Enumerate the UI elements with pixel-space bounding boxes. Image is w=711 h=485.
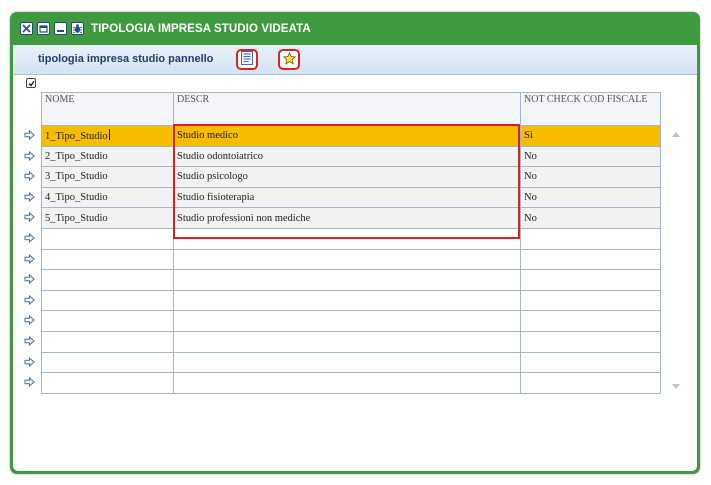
check-cell[interactable] <box>520 351 661 374</box>
restore-icon[interactable] <box>37 22 50 35</box>
nome-cell[interactable]: 5_Tipo_Studio <box>41 207 174 229</box>
table-row[interactable] <box>41 351 661 374</box>
table-row[interactable] <box>41 310 661 332</box>
app-window: TIPOLOGIA IMPRESA STUDIO VIDEATA tipolog… <box>10 12 700 474</box>
table-row[interactable] <box>41 289 661 312</box>
nome-cell[interactable] <box>41 289 174 312</box>
check-cell[interactable] <box>520 248 661 271</box>
descr-cell[interactable] <box>173 330 521 353</box>
arrow-right-icon[interactable] <box>23 170 35 182</box>
descr-cell[interactable] <box>173 310 521 332</box>
arrow-right-icon[interactable] <box>23 129 35 141</box>
nome-cell[interactable]: 2_Tipo_Studio <box>41 145 174 168</box>
table-row[interactable]: 4_Tipo_Studio Studio fisioterapia No <box>41 186 661 209</box>
table-row[interactable]: 3_Tipo_Studio Studio psicologo No <box>41 166 661 188</box>
arrow-right-icon[interactable] <box>23 314 35 326</box>
table-row[interactable] <box>41 227 661 250</box>
star-icon <box>282 50 296 69</box>
select-all-checkbox[interactable] <box>26 78 36 88</box>
window-content: tipologia impresa studio pannello NOME D… <box>13 45 697 471</box>
text-caret <box>108 129 110 141</box>
arrow-right-icon[interactable] <box>23 273 35 285</box>
nome-cell[interactable] <box>41 248 174 271</box>
scroll-up-icon[interactable] <box>672 132 680 137</box>
arrow-right-icon[interactable] <box>23 356 35 368</box>
nome-cell[interactable] <box>41 227 174 250</box>
table-row[interactable] <box>41 248 661 271</box>
check-cell[interactable]: No <box>520 207 661 229</box>
check-cell[interactable] <box>520 330 661 353</box>
arrow-right-icon[interactable] <box>23 150 35 162</box>
list-view-button[interactable] <box>236 49 258 70</box>
nome-cell[interactable] <box>41 372 174 394</box>
nome-cell[interactable]: 3_Tipo_Studio <box>41 166 174 188</box>
descr-cell[interactable] <box>173 269 521 291</box>
nome-cell[interactable]: 1_Tipo_Studio <box>41 125 174 147</box>
descr-cell[interactable] <box>173 227 521 250</box>
descr-cell[interactable]: Studio odontoiatrico <box>173 145 521 168</box>
descr-cell[interactable]: Studio fisioterapia <box>173 186 521 209</box>
check-cell[interactable] <box>520 269 661 291</box>
table-row[interactable]: 2_Tipo_Studio Studio odontoiatrico No <box>41 145 661 168</box>
table-row[interactable]: 1_Tipo_Studio Studio medico Si <box>41 125 661 147</box>
panel-title: tipologia impresa studio pannello <box>38 53 214 65</box>
check-cell[interactable] <box>520 227 661 250</box>
column-header-descr[interactable]: DESCR <box>173 92 521 126</box>
nome-cell[interactable] <box>41 330 174 353</box>
table-row[interactable] <box>41 330 661 353</box>
descr-cell[interactable] <box>173 248 521 271</box>
table-row[interactable] <box>41 269 661 291</box>
close-icon[interactable] <box>20 22 33 35</box>
arrow-right-icon[interactable] <box>23 191 35 203</box>
column-header-not-check-cod-fiscale[interactable]: NOT CHECK COD FISCALE <box>520 92 661 126</box>
nome-cell[interactable] <box>41 269 174 291</box>
arrow-right-icon[interactable] <box>23 376 35 388</box>
descr-cell[interactable]: Studio psicologo <box>173 166 521 188</box>
arrow-right-icon[interactable] <box>23 335 35 347</box>
list-view-icon <box>241 50 253 69</box>
minimize-icon[interactable] <box>54 22 67 35</box>
check-cell[interactable]: Si <box>520 125 661 147</box>
vertical-scrollbar[interactable] <box>670 132 682 392</box>
arrow-right-icon[interactable] <box>23 211 35 223</box>
check-cell[interactable] <box>520 289 661 312</box>
panel-header: tipologia impresa studio pannello <box>13 45 697 75</box>
nome-cell[interactable] <box>41 351 174 374</box>
nome-cell[interactable] <box>41 310 174 332</box>
data-grid: NOME DESCR NOT CHECK COD FISCALE 1_Tipo_… <box>41 92 661 394</box>
nome-cell[interactable]: 4_Tipo_Studio <box>41 186 174 209</box>
bug-icon[interactable] <box>71 22 84 35</box>
title-bar: TIPOLOGIA IMPRESA STUDIO VIDEATA <box>10 12 700 45</box>
arrow-right-icon[interactable] <box>23 232 35 244</box>
descr-cell[interactable] <box>173 289 521 312</box>
table-row[interactable]: 5_Tipo_Studio Studio professioni non medi… <box>41 207 661 229</box>
check-cell[interactable]: No <box>520 145 661 168</box>
table-row[interactable] <box>41 372 661 394</box>
descr-cell[interactable] <box>173 372 521 394</box>
window-title: TIPOLOGIA IMPRESA STUDIO VIDEATA <box>91 22 311 35</box>
grid-header: NOME DESCR NOT CHECK COD FISCALE <box>41 92 661 126</box>
check-cell[interactable]: No <box>520 186 661 209</box>
check-cell[interactable] <box>520 372 661 394</box>
arrow-right-icon[interactable] <box>23 294 35 306</box>
descr-cell[interactable]: Studio professioni non mediche <box>173 207 521 229</box>
scroll-down-icon[interactable] <box>672 384 680 389</box>
column-header-nome[interactable]: NOME <box>41 92 174 126</box>
arrow-right-icon[interactable] <box>23 253 35 265</box>
check-cell[interactable] <box>520 310 661 332</box>
favorite-button[interactable] <box>278 49 300 70</box>
check-cell[interactable]: No <box>520 166 661 188</box>
descr-cell[interactable] <box>173 351 521 374</box>
descr-cell[interactable]: Studio medico <box>173 125 521 147</box>
